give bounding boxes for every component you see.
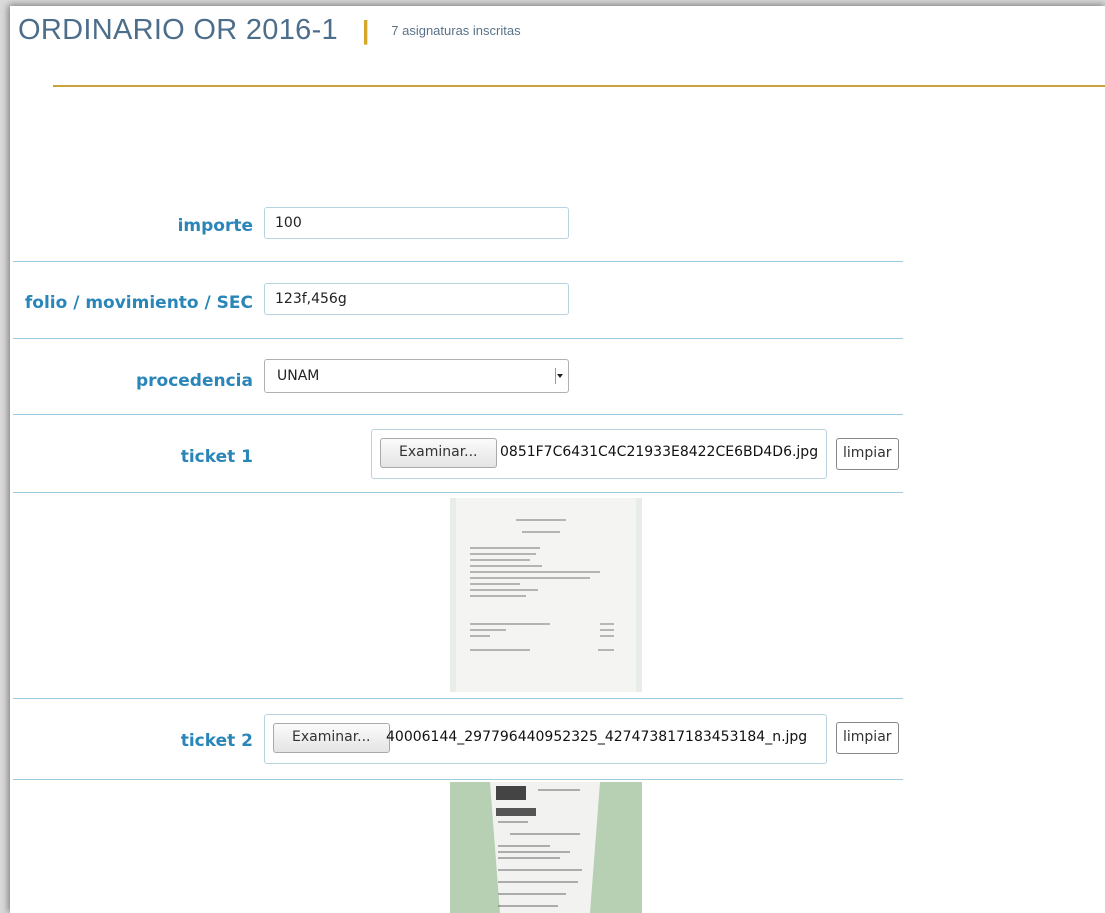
page: ORDINARIO OR 2016-1 | 7 asignaturas insc… (10, 6, 1105, 913)
ticket1-row: ticket 1 Examinar... 0851F7C6431C4C21933… (13, 415, 903, 493)
receipt-image (450, 782, 642, 913)
ticket2-clear-button[interactable]: limpiar (836, 722, 899, 754)
ticket2-row: ticket 2 Examinar... 40006144_2977964409… (13, 698, 903, 780)
importe-row: importe 100 (13, 191, 903, 262)
procedencia-row: procedencia UNAM (13, 339, 903, 415)
ticket2-filename: 40006144_297796440952325_427473817183453… (386, 729, 808, 745)
ticket2-label: ticket 2 (180, 731, 253, 751)
ticket1-filename: 0851F7C6431C4C21933E8422CE6BD4D6.jpg (500, 444, 819, 460)
ticket2-preview-image (450, 782, 642, 913)
receipt-image (450, 498, 642, 692)
procedencia-select[interactable]: UNAM (264, 359, 569, 393)
title-separator: | (361, 15, 370, 45)
ticket1-browse-button[interactable]: Examinar... (380, 438, 497, 468)
chevron-down-icon (555, 368, 564, 384)
enrolled-subjects-count: 7 asignaturas inscritas (391, 23, 521, 38)
page-header: ORDINARIO OR 2016-1 | 7 asignaturas insc… (18, 11, 521, 57)
folio-input[interactable]: 123f,456g (264, 283, 569, 315)
ticket1-clear-button[interactable]: limpiar (836, 438, 899, 470)
ticket1-label: ticket 1 (180, 447, 253, 467)
header-divider (53, 85, 1105, 87)
folio-row: folio / movimiento / SEC 123f,456g (13, 262, 903, 339)
ticket1-preview-image (450, 498, 642, 692)
procedencia-selected-value: UNAM (277, 368, 320, 384)
procedencia-label: procedencia (135, 371, 253, 391)
page-title: ORDINARIO OR 2016-1 (18, 14, 338, 46)
ticket2-file-input[interactable]: Examinar... 40006144_297796440952325_427… (264, 714, 827, 764)
importe-label: importe (177, 216, 253, 236)
ticket2-browse-button[interactable]: Examinar... (273, 723, 390, 753)
importe-input[interactable]: 100 (264, 207, 569, 239)
folio-label: folio / movimiento / SEC (24, 293, 253, 313)
ticket1-file-input[interactable]: Examinar... 0851F7C6431C4C21933E8422CE6B… (371, 429, 827, 479)
